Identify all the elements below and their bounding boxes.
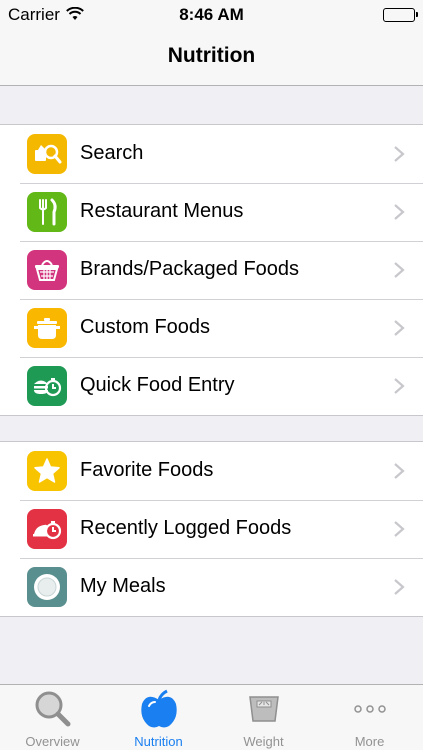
quick-food-icon: [27, 366, 67, 406]
battery-icon: [383, 8, 418, 22]
tab-nutrition[interactable]: Nutrition: [106, 685, 211, 750]
menu-row-search[interactable]: Search: [0, 125, 423, 183]
chevron-right-icon: [394, 579, 405, 595]
plate-icon: [27, 567, 67, 607]
chevron-right-icon: [394, 521, 405, 537]
menu-row-my-meals[interactable]: My Meals: [0, 558, 423, 616]
chevron-right-icon: [394, 146, 405, 162]
navigation-bar: Nutrition: [0, 30, 423, 86]
menu-label: Recently Logged Foods: [80, 517, 292, 539]
chevron-right-icon: [394, 320, 405, 336]
menu-label: Restaurant Menus: [80, 200, 244, 222]
pot-icon: [27, 308, 67, 348]
menu-label: Search: [80, 142, 144, 164]
status-bar: Carrier 8:46 AM: [0, 0, 423, 30]
tab-more[interactable]: More: [317, 685, 422, 750]
nutrition-menu-group-2: Favorite Foods Recently Logged Foods My …: [0, 441, 423, 617]
search-icon: [27, 134, 67, 174]
menu-label: My Meals: [80, 575, 166, 597]
fork-knife-icon: [27, 192, 67, 232]
magnifier-icon: [0, 689, 105, 729]
clock: 8:46 AM: [179, 5, 244, 24]
menu-label: Favorite Foods: [80, 459, 214, 481]
menu-label: Quick Food Entry: [80, 374, 235, 396]
tab-label: Overview: [25, 734, 80, 749]
menu-row-favorite-foods[interactable]: Favorite Foods: [0, 442, 423, 500]
tab-label: Nutrition: [134, 734, 183, 749]
menu-row-custom-foods[interactable]: Custom Foods: [0, 299, 423, 357]
chevron-right-icon: [394, 378, 405, 394]
menu-label: Custom Foods: [80, 316, 211, 338]
tab-label: More: [354, 734, 385, 749]
menu-row-quick-food-entry[interactable]: Quick Food Entry: [0, 357, 423, 415]
more-icon: [317, 689, 422, 729]
menu-row-brands-packaged-foods[interactable]: Brands/Packaged Foods: [0, 241, 423, 299]
page-title: Nutrition: [167, 44, 256, 67]
chevron-right-icon: [394, 463, 405, 479]
recent-icon: [27, 509, 67, 549]
basket-icon: [27, 250, 67, 290]
tab-bar: Overview Nutrition Weight More: [0, 684, 423, 750]
scale-icon: [211, 689, 316, 729]
tab-weight[interactable]: Weight: [211, 685, 316, 750]
tab-label: Weight: [243, 734, 284, 749]
star-icon: [27, 451, 67, 491]
menu-label: Brands/Packaged Foods: [80, 258, 300, 280]
menu-row-restaurant-menus[interactable]: Restaurant Menus: [0, 183, 423, 241]
apple-icon: [106, 689, 211, 729]
tab-overview[interactable]: Overview: [0, 685, 105, 750]
chevron-right-icon: [394, 204, 405, 220]
chevron-right-icon: [394, 262, 405, 278]
menu-row-recently-logged-foods[interactable]: Recently Logged Foods: [0, 500, 423, 558]
nutrition-menu-group-1: Search Restaurant Menus Brands/Packaged …: [0, 124, 423, 416]
